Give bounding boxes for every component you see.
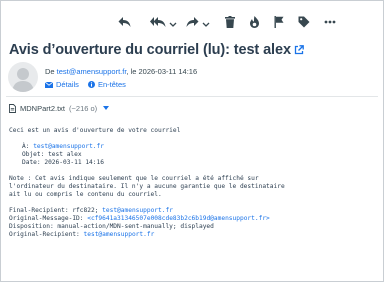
message-body: Ceci est un avis d'ouverture de votre co… (9, 127, 285, 239)
sender-avatar (8, 62, 38, 92)
delete-button[interactable] (225, 12, 235, 32)
note-line-2: l'ordinateur du destinataire. Il n'y a a… (9, 183, 285, 190)
junk-icon (250, 16, 259, 28)
message-subject: Avis d’ouverture du courriel (lu): test … (9, 42, 304, 58)
date-line: Date: 2026-03-11 14:16 (22, 159, 104, 166)
object-line: Objet: test alex (22, 151, 82, 158)
note-line-1: Note : Cet avis indique seulement que le… (9, 175, 259, 182)
headers-link[interactable]: En-têtes (87, 80, 126, 89)
final-recipient-link[interactable]: test@amensupport.fr (102, 207, 173, 214)
to-email-link[interactable]: test@amensupport.fr (33, 143, 104, 150)
final-recipient-line: Final-Recipient: rfc822; test@amensuppor… (9, 207, 285, 215)
delete-icon (225, 16, 235, 28)
attachment-size: (~216 o) (69, 103, 98, 113)
flag-button[interactable] (274, 12, 284, 32)
junk-button[interactable] (249, 12, 260, 32)
chevron-down-icon[interactable] (103, 106, 110, 110)
reply-all-button[interactable] (150, 12, 178, 32)
original-message-id-link[interactable]: <cf9641a31346507e008cde83b2c6b19d@amensu… (87, 215, 270, 222)
to-line: À: test@amensupport.fr (9, 143, 285, 151)
body-intro: Ceci est un avis d'ouverture de votre co… (9, 127, 181, 134)
sent-date: , le 2026-03-11 14:16 (126, 67, 198, 76)
original-recipient-label: Original-Recipient: (9, 231, 84, 238)
headers-label: En-têtes (97, 80, 126, 89)
details-link[interactable]: Détails (45, 80, 79, 89)
tag-button[interactable] (298, 12, 310, 32)
final-recipient-label: Final-Recipient: rfc822; (9, 207, 103, 214)
note-line-3: ait lu ou compris le contenu du courriel… (9, 191, 162, 198)
chevron-down-icon (169, 22, 177, 27)
reply-icon (118, 17, 131, 27)
from-prefix: De (45, 67, 57, 76)
attachment-item[interactable]: MDNPart2.txt (~216 o) (9, 101, 110, 115)
disposition-line: Disposition: manual-action/MDN-sent-manu… (9, 223, 214, 230)
reply-button[interactable] (118, 12, 136, 32)
message-toolbar (118, 12, 336, 32)
original-message-line: Original-Message-ID: <cf9641a31346507e00… (9, 215, 285, 223)
envelope-icon (45, 81, 53, 88)
sender-line: De test@amensupport.fr, le 2026-03-11 14… (45, 67, 197, 76)
tag-icon (298, 16, 310, 28)
more-icon (324, 20, 336, 24)
external-link-icon[interactable] (294, 45, 304, 55)
forward-icon (186, 17, 199, 27)
original-recipient-link[interactable]: test@amensupport.fr (84, 231, 155, 238)
subject-text: Avis d’ouverture du courriel (lu): test … (9, 42, 291, 58)
to-label: À: (22, 143, 34, 150)
reply-all-icon (150, 17, 166, 27)
forward-button[interactable] (186, 12, 211, 32)
original-recipient-line: Original-Recipient: test@amensupport.fr (9, 231, 285, 239)
sender-email-link[interactable]: test@amensupport.fr (57, 67, 127, 76)
info-icon (87, 81, 95, 88)
more-button[interactable] (324, 12, 336, 32)
details-label: Détails (56, 80, 79, 89)
flag-icon (274, 16, 284, 28)
attachment-filename: MDNPart2.txt (20, 103, 66, 113)
person-icon (12, 68, 34, 92)
chevron-down-icon (202, 22, 210, 27)
file-icon (9, 103, 16, 113)
header-divider (6, 96, 378, 97)
original-message-label: Original-Message-ID: (9, 215, 88, 222)
header-links: Détails En-têtes (45, 80, 126, 89)
